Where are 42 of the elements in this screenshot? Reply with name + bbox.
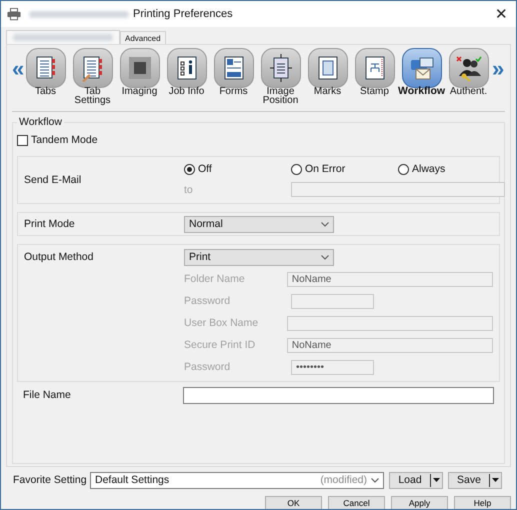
- checkbox[interactable]: [17, 134, 28, 146]
- field-label: Print Mode: [24, 218, 76, 230]
- dialog-button[interactable]: Cancel: [328, 496, 385, 509]
- field-label: Password: [184, 361, 232, 373]
- dialog-button[interactable]: OK: [265, 496, 322, 509]
- radio-label: On Error: [305, 163, 346, 175]
- field-label: Password: [184, 295, 232, 307]
- window-title: Printing Preferences: [133, 8, 233, 20]
- radio-label: Off: [198, 163, 212, 175]
- email-field[interactable]: [291, 182, 505, 197]
- file-name-field[interactable]: [183, 386, 494, 404]
- dropdown-arrow-icon: [492, 478, 499, 482]
- field-label: Output Method: [24, 251, 94, 263]
- field-label: User Box Name: [184, 317, 260, 329]
- users-key-icon: [454, 54, 482, 82]
- chevron-icon: [321, 222, 329, 226]
- tab[interactable]: Advanced: [120, 31, 166, 44]
- field-label: Secure Print ID: [184, 339, 256, 351]
- field-label: to: [184, 184, 194, 196]
- scroll-right-button[interactable]: »: [492, 58, 502, 80]
- group-title: Workflow: [17, 116, 64, 128]
- input-field[interactable]: [286, 316, 493, 330]
- field-label: Folder Name: [184, 273, 246, 285]
- field-label: Send E-Mail: [24, 174, 82, 186]
- split-button[interactable]: Save: [448, 472, 502, 488]
- split-button[interactable]: Load: [389, 472, 443, 488]
- dialog-button[interactable]: Apply: [391, 496, 448, 509]
- input-field[interactable]: [291, 294, 374, 308]
- radio-label: Always: [412, 163, 446, 175]
- dialog-button[interactable]: Help: [454, 496, 511, 509]
- favorite-setting-dropdown[interactable]: Default Settings (modified): [90, 472, 384, 488]
- scroll-left-button[interactable]: «: [12, 58, 22, 80]
- output-method-dropdown[interactable]: Print: [184, 248, 334, 266]
- printer-icon: [7, 8, 21, 20]
- chevron-icon: [371, 478, 379, 482]
- field-label: Favorite Setting: [13, 474, 86, 486]
- chevron-icon: [321, 254, 329, 260]
- field-label: File Name: [23, 389, 72, 401]
- dropdown-arrow-icon: [433, 478, 440, 482]
- print-mode-dropdown[interactable]: Normal: [184, 216, 334, 232]
- close-button[interactable]: ✕: [495, 5, 510, 23]
- checkbox-label: Tandem Mode: [31, 134, 98, 146]
